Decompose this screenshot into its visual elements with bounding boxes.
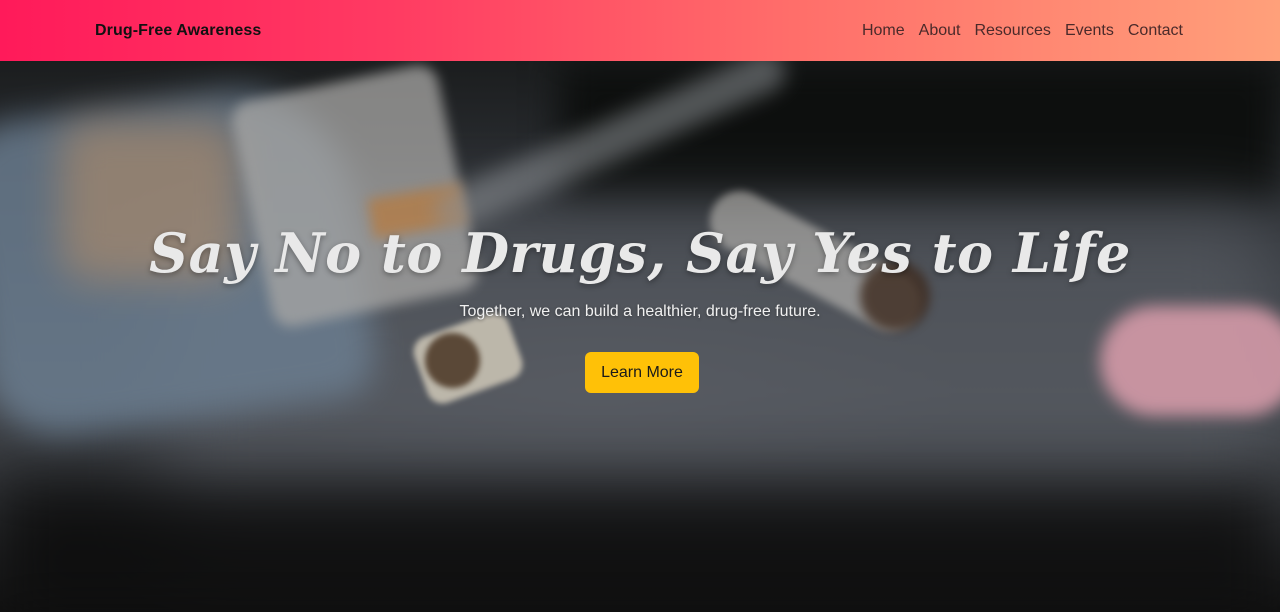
- brand-logo-link[interactable]: Drug-Free Awareness: [95, 22, 261, 40]
- top-navbar: Drug-Free Awareness Home About Resources…: [0, 0, 1280, 61]
- nav-link-home[interactable]: Home: [862, 22, 905, 40]
- learn-more-button[interactable]: Learn More: [585, 352, 699, 393]
- nav-links: Home About Resources Events Contact: [862, 22, 1183, 40]
- nav-link-contact[interactable]: Contact: [1128, 22, 1183, 40]
- hero-title: Say No to Drugs, Say Yes to Life: [149, 221, 1131, 285]
- hero-subtitle: Together, we can build a healthier, drug…: [459, 303, 821, 320]
- nav-link-events[interactable]: Events: [1065, 22, 1114, 40]
- nav-link-resources[interactable]: Resources: [974, 22, 1050, 40]
- nav-link-about[interactable]: About: [919, 22, 961, 40]
- hero-section: Say No to Drugs, Say Yes to Life Togethe…: [0, 61, 1280, 612]
- hero-content: Say No to Drugs, Say Yes to Life Togethe…: [0, 61, 1280, 612]
